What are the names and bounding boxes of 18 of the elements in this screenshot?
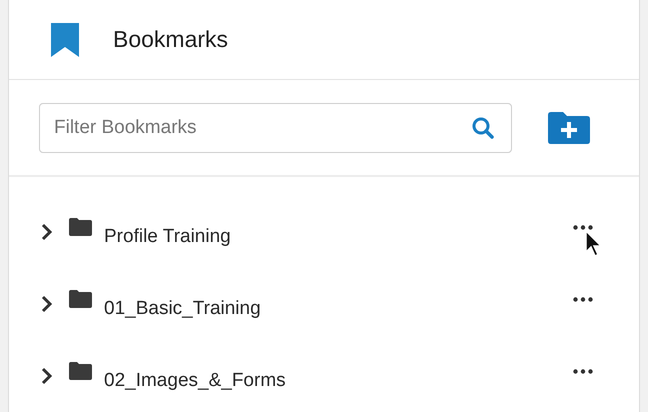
chevron-right-icon[interactable] bbox=[41, 295, 53, 313]
more-icon[interactable] bbox=[573, 368, 593, 374]
folder-label[interactable]: 02_Images_&_Forms bbox=[104, 366, 286, 396]
cursor-icon bbox=[585, 230, 602, 258]
search-icon[interactable] bbox=[472, 116, 494, 139]
filter-field[interactable]: Filter Bookmarks bbox=[39, 102, 512, 153]
more-icon[interactable] bbox=[573, 224, 593, 230]
chevron-right-icon[interactable] bbox=[41, 367, 53, 385]
new-folder-button[interactable] bbox=[548, 112, 590, 144]
bookmark-icon bbox=[51, 22, 79, 57]
folder-label[interactable]: Profile Training bbox=[104, 222, 231, 252]
folder-icon bbox=[69, 362, 92, 380]
folder-label[interactable]: 01_Basic_Training bbox=[104, 294, 261, 324]
panel-title: Bookmarks bbox=[113, 25, 228, 54]
folder-icon bbox=[69, 290, 92, 308]
chevron-right-icon[interactable] bbox=[41, 223, 53, 241]
more-icon[interactable] bbox=[573, 296, 593, 302]
folder-icon bbox=[69, 218, 92, 236]
